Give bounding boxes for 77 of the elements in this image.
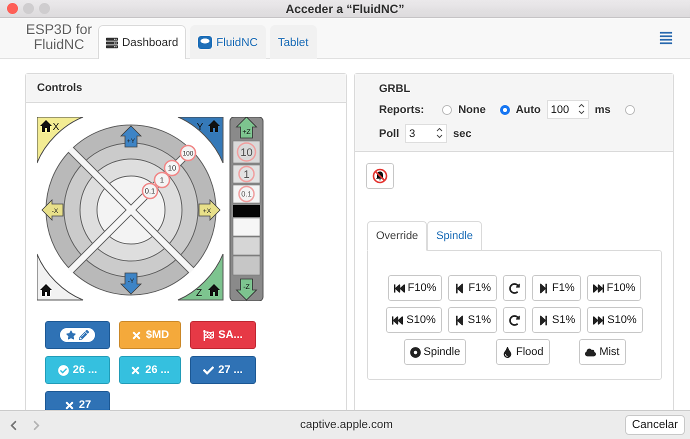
check-icon: [203, 364, 214, 376]
nav-tab[interactable]: Tablet: [270, 25, 316, 59]
tab[interactable]: Spindle: [427, 221, 482, 251]
tab[interactable]: Override: [367, 221, 428, 251]
close-button[interactable]: [7, 3, 18, 14]
z-step-segment: [232, 236, 260, 256]
z-step-button[interactable]: 10: [232, 140, 260, 164]
z-step-button[interactable]: 1: [232, 164, 260, 184]
radio-label: None: [458, 104, 486, 116]
server-icon: [106, 36, 118, 48]
cross-icon: [130, 364, 142, 376]
window-title: Acceder a “FluidNC”: [286, 2, 404, 16]
unit-label: sec: [453, 128, 472, 140]
nav-tab[interactable]: Dashboard: [98, 25, 186, 59]
override-button[interactable]: S1%: [448, 307, 497, 333]
macro-button[interactable]: [45, 321, 110, 349]
cross-icon: [130, 330, 142, 340]
brand-name: ESP3D for FluidNC: [24, 22, 94, 52]
coolant-button[interactable]: Spindle: [404, 339, 466, 365]
cloud-icon: [585, 346, 596, 358]
macro-button[interactable]: SA...: [190, 321, 256, 349]
fast-forward-icon: [592, 282, 604, 294]
step-backward-icon: [454, 282, 466, 294]
panel-title: Controls: [26, 74, 346, 103]
override-button[interactable]: [503, 275, 526, 301]
home-button[interactable]: [37, 254, 84, 300]
z-step-segment: [232, 256, 260, 276]
macro-button[interactable]: 27 ...: [190, 356, 256, 384]
home-button[interactable]: Z: [178, 254, 224, 300]
alarm-button[interactable]: [366, 163, 394, 189]
poll-field[interactable]: 3: [405, 124, 448, 143]
step-backward-icon: [454, 314, 465, 326]
coolant-button[interactable]: Flood: [496, 339, 550, 365]
fast-backward-icon: [392, 314, 404, 326]
interval-field[interactable]: 100: [546, 100, 589, 119]
panel-title: GRBL: [379, 83, 412, 95]
reset-icon: [509, 282, 520, 294]
override-button[interactable]: F10%: [586, 275, 642, 301]
house-icon: [208, 284, 220, 296]
override-button[interactable]: F1%: [532, 275, 581, 301]
step-forward-icon: [538, 282, 549, 294]
override-button[interactable]: [503, 307, 526, 333]
drop-icon: [502, 346, 513, 358]
house-icon: [40, 120, 52, 132]
radio-button[interactable]: [500, 104, 510, 114]
fast-backward-icon: [394, 282, 405, 294]
override-button[interactable]: F1%: [448, 275, 497, 301]
house-icon: [40, 284, 52, 296]
macro-button[interactable]: 27: [45, 391, 110, 410]
fast-forward-icon: [593, 314, 604, 326]
back-icon[interactable]: [8, 420, 19, 430]
poll-label: Poll: [379, 128, 400, 140]
unit-label: ms: [594, 104, 611, 116]
cancel-button[interactable]: Cancelar: [624, 415, 685, 435]
flag-icon: [203, 330, 214, 340]
reports-label: Reports:: [379, 104, 424, 116]
override-button[interactable]: S10%: [587, 307, 643, 333]
logo-icon: [198, 36, 212, 49]
house-icon: [208, 120, 220, 132]
radio-label: Auto: [516, 104, 541, 116]
bell-off-icon: [372, 168, 388, 184]
menu-icon[interactable]: [659, 31, 673, 45]
spinner-icon: [578, 103, 585, 115]
cross-icon: [64, 400, 75, 410]
coolant-button[interactable]: Mist: [579, 339, 626, 365]
reset-icon: [509, 314, 520, 326]
url-text: captive.apple.com: [300, 419, 393, 431]
nav-tab[interactable]: FluidNC: [190, 25, 266, 59]
override-button[interactable]: F10%: [388, 275, 442, 301]
spinner-icon: [436, 127, 444, 139]
override-button[interactable]: S10%: [386, 307, 442, 333]
star-pencil-icon: [60, 328, 95, 342]
radio-button[interactable]: [442, 104, 452, 114]
home-button[interactable]: X: [37, 117, 84, 164]
override-button[interactable]: S1%: [532, 307, 582, 333]
step-forward-icon: [538, 314, 549, 326]
radio-button[interactable]: [624, 104, 635, 114]
